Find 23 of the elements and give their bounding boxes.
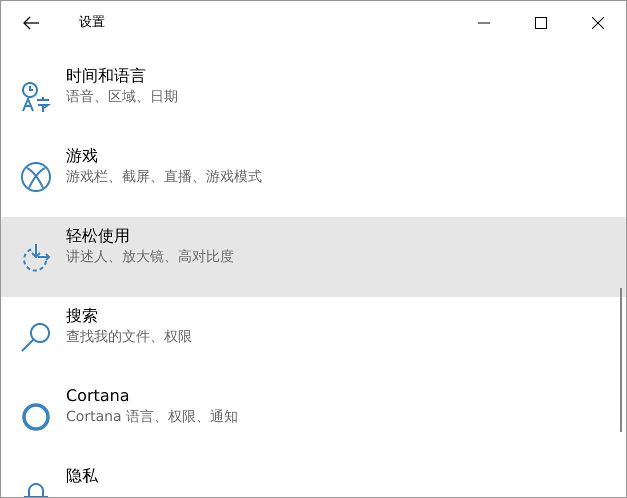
category-title: 游戏 [66, 145, 99, 167]
close-icon [592, 17, 604, 29]
ring-icon [20, 401, 52, 433]
search-icon [20, 321, 52, 353]
category-title: 隐私 [66, 465, 98, 487]
minimize-icon [478, 22, 490, 24]
category-description: 讲述人、放大镜、高对比度 [66, 248, 234, 267]
category-description: 语音、区域、日期 [66, 88, 178, 107]
category-title: Cortana [66, 385, 131, 407]
scrollbar[interactable] [620, 288, 622, 432]
category-description: Cortana 语言、权限、通知 [66, 408, 238, 427]
category-title: 轻松使用 [66, 225, 131, 247]
dashed-circle-arrow-icon [20, 241, 52, 273]
clock-letters-icon [20, 81, 52, 113]
back-arrow-icon [23, 16, 39, 30]
xbox-logo-icon [20, 161, 52, 193]
category-description: 游戏栏、截屏、直播、游戏模式 [66, 168, 262, 187]
category-title: 搜索 [66, 305, 99, 327]
settings-category[interactable]: 轻松使用 讲述人、放大镜、高对比度 [1, 217, 626, 297]
maximize-icon [534, 17, 546, 29]
window-title: 设置 [79, 14, 105, 32]
category-title: 时间和语言 [66, 65, 147, 87]
category-description: 查找我的文件、权限 [66, 328, 192, 347]
